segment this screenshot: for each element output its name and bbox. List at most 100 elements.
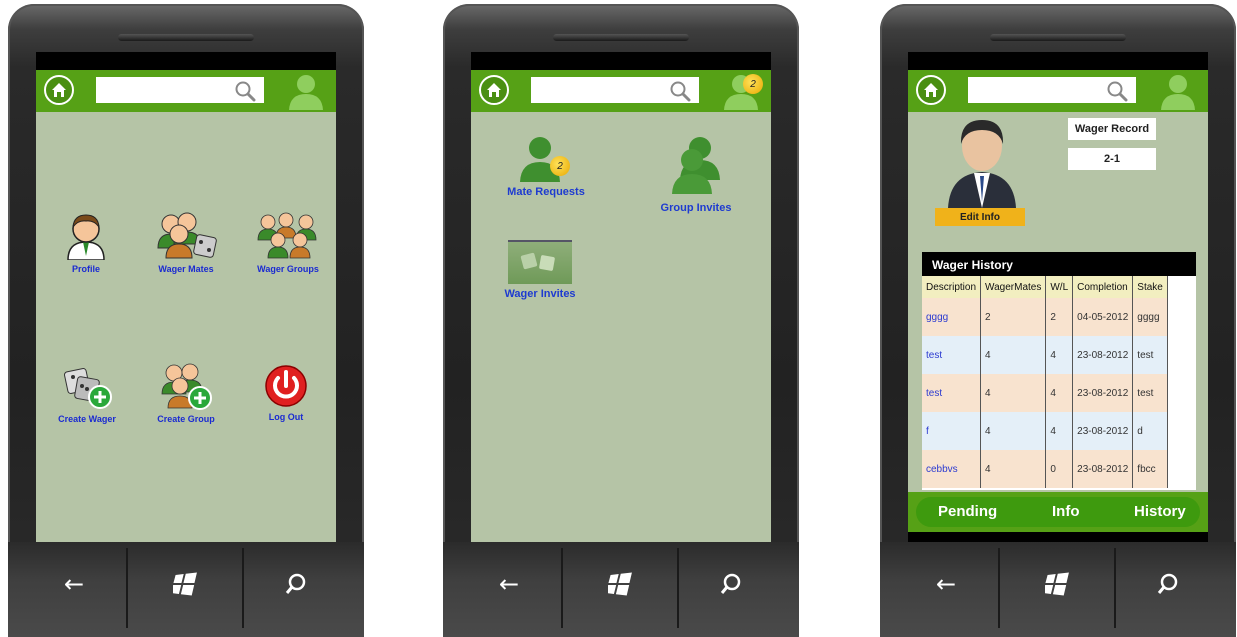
description-cell[interactable]: cebbvs bbox=[922, 450, 982, 488]
home-button[interactable] bbox=[44, 75, 74, 105]
back-button[interactable]: ← bbox=[916, 564, 976, 604]
table-row[interactable]: test 4 4 23-08-2012 test bbox=[922, 374, 1168, 412]
speaker-grille bbox=[990, 34, 1126, 41]
home-button[interactable] bbox=[479, 75, 509, 105]
notification-badge: 2 bbox=[743, 74, 763, 94]
table-row[interactable]: gggg 2 2 04-05-2012 gggg bbox=[922, 298, 1168, 336]
search-input[interactable] bbox=[531, 77, 699, 103]
log-out-tile[interactable]: Log Out bbox=[258, 362, 314, 422]
column-header[interactable]: WagerMates bbox=[980, 276, 1047, 298]
notifications-grid: 2 Mate Requests Group Invites Wager Invi… bbox=[471, 112, 771, 542]
wager-groups-tile[interactable]: Wager Groups bbox=[246, 212, 330, 274]
businessman-avatar-icon bbox=[948, 120, 1016, 208]
table-row[interactable]: cebbvs 4 0 23-08-2012 fbcc bbox=[922, 450, 1168, 488]
search-icon bbox=[1157, 573, 1178, 594]
wager-history-panel: Wager History Description WagerMates W/L… bbox=[922, 252, 1196, 490]
nav-divider bbox=[677, 548, 679, 628]
search-icon[interactable] bbox=[234, 80, 256, 102]
back-button[interactable]: ← bbox=[479, 564, 539, 604]
description-cell[interactable]: f bbox=[922, 412, 982, 450]
stake-cell: gggg bbox=[1132, 298, 1168, 336]
search-icon bbox=[285, 573, 306, 594]
search-hw-button[interactable] bbox=[1138, 564, 1198, 604]
wager-invites-label: Wager Invites bbox=[504, 288, 576, 300]
home-icon bbox=[52, 83, 66, 97]
column-header[interactable]: Description bbox=[922, 276, 982, 298]
wager-invites-tile[interactable]: Wager Invites bbox=[499, 240, 581, 300]
search-hw-button[interactable] bbox=[266, 564, 326, 604]
search-icon[interactable] bbox=[669, 80, 691, 102]
create-group-icon bbox=[161, 363, 212, 410]
wager-record-value: 2-1 bbox=[1068, 148, 1156, 170]
create-group-label: Create Group bbox=[157, 414, 215, 424]
mates-cell: 4 bbox=[980, 336, 1047, 374]
description-cell[interactable]: gggg bbox=[922, 298, 982, 336]
wager-groups-icon bbox=[257, 212, 317, 259]
create-wager-icon bbox=[64, 368, 112, 409]
wl-cell: 2 bbox=[1045, 298, 1074, 336]
wager-groups-label: Wager Groups bbox=[257, 264, 319, 274]
wager-mates-label: Wager Mates bbox=[158, 264, 214, 274]
tab-pending[interactable]: Pending bbox=[938, 503, 997, 520]
wager-history-table: Description WagerMates W/L Completion St… bbox=[922, 276, 1168, 488]
stake-cell: test bbox=[1132, 336, 1168, 374]
create-wager-label: Create Wager bbox=[58, 414, 116, 424]
column-header[interactable]: Completion bbox=[1072, 276, 1134, 298]
profile-tile[interactable]: Profile bbox=[56, 212, 116, 274]
completion-cell: 23-08-2012 bbox=[1072, 374, 1134, 412]
create-group-tile[interactable]: Create Group bbox=[148, 362, 224, 424]
edit-info-label: Edit Info bbox=[960, 211, 1000, 223]
group-invites-tile[interactable]: Group Invites bbox=[651, 132, 741, 214]
table-row[interactable]: test 4 4 23-08-2012 test bbox=[922, 336, 1168, 374]
back-arrow-icon: ← bbox=[63, 570, 85, 598]
back-arrow-icon: ← bbox=[498, 570, 520, 598]
mates-cell: 4 bbox=[980, 374, 1047, 412]
completion-cell: 23-08-2012 bbox=[1072, 336, 1134, 374]
wager-mates-tile[interactable]: Wager Mates bbox=[146, 212, 226, 274]
bottom-tab-bar: Pending Info History bbox=[908, 492, 1208, 532]
search-icon[interactable] bbox=[1106, 80, 1128, 102]
edit-info-button[interactable]: Edit Info bbox=[935, 208, 1025, 226]
app-bar: 2 bbox=[471, 70, 771, 112]
search-input[interactable] bbox=[96, 77, 264, 103]
profile-icon bbox=[67, 214, 105, 261]
wager-history-title: Wager History bbox=[922, 252, 1196, 276]
stake-cell: d bbox=[1132, 412, 1168, 450]
phone-notifications: 2 2 Mate Requests Group Invites Wager In… bbox=[443, 4, 799, 637]
mates-cell: 4 bbox=[980, 450, 1047, 488]
nav-divider bbox=[561, 548, 563, 628]
windows-start-button[interactable] bbox=[1028, 564, 1088, 604]
search-hw-button[interactable] bbox=[701, 564, 761, 604]
group-silhouette-icon bbox=[672, 137, 720, 194]
completion-cell: 23-08-2012 bbox=[1072, 412, 1134, 450]
windows-start-button[interactable] bbox=[156, 564, 216, 604]
description-cell[interactable]: test bbox=[922, 336, 982, 374]
mate-requests-badge: 2 bbox=[550, 156, 570, 176]
column-header[interactable]: W/L bbox=[1045, 276, 1074, 298]
nav-divider bbox=[242, 548, 244, 628]
wager-record-label: Wager Record bbox=[1068, 118, 1156, 140]
hardware-nav-bar: ← bbox=[880, 542, 1236, 637]
search-input[interactable] bbox=[968, 77, 1136, 103]
completion-cell: 23-08-2012 bbox=[1072, 450, 1134, 488]
create-wager-tile[interactable]: Create Wager bbox=[56, 362, 118, 424]
speaker-grille bbox=[118, 34, 254, 41]
app-bar bbox=[908, 70, 1208, 112]
tab-info[interactable]: Info bbox=[1052, 503, 1080, 520]
back-button[interactable]: ← bbox=[44, 564, 104, 604]
power-icon bbox=[265, 365, 307, 407]
mate-requests-label: Mate Requests bbox=[507, 186, 585, 198]
app-bar bbox=[36, 70, 336, 112]
table-row[interactable]: f 4 4 23-08-2012 d bbox=[922, 412, 1168, 450]
column-header[interactable]: Stake bbox=[1132, 276, 1168, 298]
search-icon bbox=[720, 573, 741, 594]
windows-logo-icon bbox=[173, 572, 197, 596]
profile-content: Edit Info Wager Record 2-1 Wager History… bbox=[908, 112, 1208, 492]
user-avatar-icon[interactable] bbox=[1158, 72, 1198, 110]
mate-requests-tile[interactable]: 2 Mate Requests bbox=[501, 132, 591, 198]
windows-start-button[interactable] bbox=[591, 564, 651, 604]
user-avatar-icon[interactable] bbox=[286, 72, 326, 110]
home-button[interactable] bbox=[916, 75, 946, 105]
description-cell[interactable]: test bbox=[922, 374, 982, 412]
tab-history[interactable]: History bbox=[1134, 503, 1186, 520]
